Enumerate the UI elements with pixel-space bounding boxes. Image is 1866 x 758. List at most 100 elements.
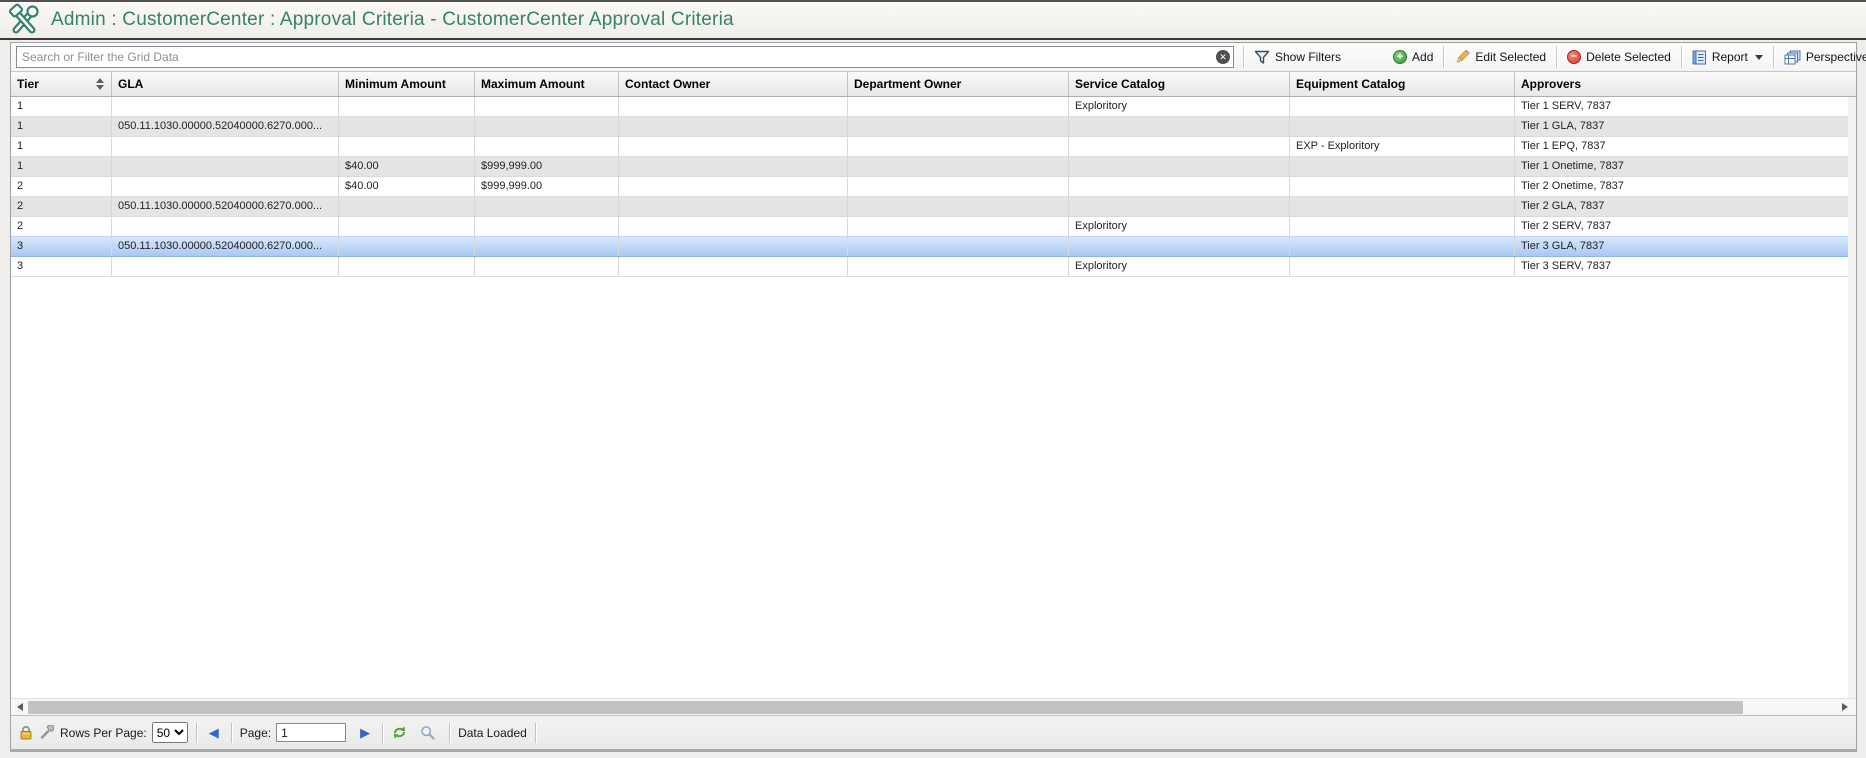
grid-cell-contact[interactable]	[619, 157, 848, 176]
grid-cell-equipment[interactable]	[1290, 117, 1515, 136]
column-header-department-owner[interactable]: Department Owner	[848, 72, 1069, 96]
grid-cell-min[interactable]	[339, 117, 475, 136]
grid-cell-approvers[interactable]: Tier 3 GLA, 7837	[1515, 237, 1848, 256]
wrench-icon[interactable]	[39, 725, 54, 740]
grid-cell-contact[interactable]	[619, 177, 848, 196]
grid-cell-tier[interactable]: 2	[11, 177, 112, 196]
grid-cell-service[interactable]	[1069, 197, 1290, 216]
column-header-tier[interactable]: Tier	[11, 72, 112, 96]
grid-cell-max[interactable]: $999,999.00	[475, 157, 619, 176]
grid-cell-approvers[interactable]: Tier 1 GLA, 7837	[1515, 117, 1848, 136]
grid-cell-min[interactable]	[339, 217, 475, 236]
grid-cell-dept[interactable]	[848, 117, 1069, 136]
grid-cell-dept[interactable]	[848, 177, 1069, 196]
show-filters-button[interactable]: Show Filters	[1247, 45, 1348, 69]
delete-selected-button[interactable]: – Delete Selected	[1560, 45, 1678, 69]
grid-cell-contact[interactable]	[619, 237, 848, 256]
table-row[interactable]: 2$40.00$999,999.00Tier 2 Onetime, 7837	[11, 177, 1848, 197]
perspectives-button[interactable]: Perspectives	[1777, 45, 1866, 69]
grid-cell-tier[interactable]: 1	[11, 97, 112, 116]
grid-cell-equipment[interactable]: EXP - Exploritory	[1290, 137, 1515, 156]
table-row[interactable]: 2ExploritoryTier 2 SERV, 7837	[11, 217, 1848, 237]
table-row[interactable]: 3050.11.1030.00000.52040000.6270.000... T…	[11, 236, 1848, 257]
grid-cell-max[interactable]	[475, 137, 619, 156]
grid-cell-gla[interactable]	[112, 97, 339, 116]
grid-cell-gla[interactable]	[112, 157, 339, 176]
column-header-maximum-amount[interactable]: Maximum Amount	[475, 72, 619, 96]
grid-cell-tier[interactable]: 3	[11, 237, 112, 256]
grid-cell-gla[interactable]	[112, 257, 339, 276]
horizontal-scrollbar-thumb[interactable]	[28, 701, 1743, 714]
grid-cell-contact[interactable]	[619, 117, 848, 136]
grid-cell-approvers[interactable]: Tier 1 SERV, 7837	[1515, 97, 1848, 116]
grid-cell-max[interactable]	[475, 117, 619, 136]
column-header-minimum-amount[interactable]: Minimum Amount	[339, 72, 475, 96]
horizontal-scrollbar[interactable]	[11, 698, 1856, 715]
grid-cell-tier[interactable]: 2	[11, 217, 112, 236]
table-row[interactable]: 1050.11.1030.00000.52040000.6270.000...T…	[11, 117, 1848, 137]
grid-cell-contact[interactable]	[619, 97, 848, 116]
grid-cell-min[interactable]	[339, 137, 475, 156]
table-row[interactable]: 1$40.00$999,999.00Tier 1 Onetime, 7837	[11, 157, 1848, 177]
grid-cell-tier[interactable]: 2	[11, 197, 112, 216]
grid-cell-approvers[interactable]: Tier 3 SERV, 7837	[1515, 257, 1848, 276]
grid-cell-min[interactable]: $40.00	[339, 177, 475, 196]
grid-cell-equipment[interactable]	[1290, 177, 1515, 196]
grid-cell-service[interactable]	[1069, 237, 1290, 256]
sort-icon[interactable]	[96, 78, 104, 90]
grid-cell-contact[interactable]	[619, 197, 848, 216]
grid-cell-tier[interactable]: 1	[11, 157, 112, 176]
column-header-approvers[interactable]: Approvers	[1515, 72, 1856, 96]
rows-per-page-select[interactable]: 50	[152, 722, 188, 743]
grid-cell-service[interactable]: Exploritory	[1069, 257, 1290, 276]
magnifier-icon[interactable]	[420, 725, 435, 740]
edit-selected-button[interactable]: Edit Selected	[1447, 45, 1553, 69]
grid-cell-tier[interactable]: 1	[11, 117, 112, 136]
grid-cell-contact[interactable]	[619, 137, 848, 156]
scroll-left-arrow-icon[interactable]	[17, 703, 23, 711]
grid-cell-approvers[interactable]: Tier 1 EPQ, 7837	[1515, 137, 1848, 156]
grid-cell-equipment[interactable]	[1290, 97, 1515, 116]
next-page-button[interactable]: ▶	[356, 725, 374, 741]
table-row[interactable]: 1 EXP - ExploritoryTier 1 EPQ, 7837	[11, 137, 1848, 157]
grid-cell-gla[interactable]: 050.11.1030.00000.52040000.6270.000...	[112, 197, 339, 216]
vertical-scrollbar[interactable]	[1848, 97, 1856, 698]
grid-cell-service[interactable]	[1069, 117, 1290, 136]
grid-cell-dept[interactable]	[848, 257, 1069, 276]
grid-cell-equipment[interactable]	[1290, 197, 1515, 216]
grid-cell-min[interactable]	[339, 257, 475, 276]
grid-cell-min[interactable]	[339, 237, 475, 256]
grid-cell-approvers[interactable]: Tier 1 Onetime, 7837	[1515, 157, 1848, 176]
grid-cell-service[interactable]	[1069, 177, 1290, 196]
clear-search-icon[interactable]: ✕	[1216, 50, 1230, 64]
grid-cell-equipment[interactable]	[1290, 217, 1515, 236]
grid-cell-min[interactable]	[339, 97, 475, 116]
grid-cell-tier[interactable]: 3	[11, 257, 112, 276]
grid-cell-max[interactable]	[475, 237, 619, 256]
grid-cell-max[interactable]	[475, 197, 619, 216]
grid-cell-min[interactable]	[339, 197, 475, 216]
column-header-equipment-catalog[interactable]: Equipment Catalog	[1290, 72, 1515, 96]
grid-cell-max[interactable]	[475, 217, 619, 236]
grid-cell-equipment[interactable]	[1290, 257, 1515, 276]
grid-cell-service[interactable]	[1069, 157, 1290, 176]
report-button[interactable]: Report	[1685, 45, 1770, 69]
grid-cell-contact[interactable]	[619, 257, 848, 276]
grid-cell-service[interactable]: Exploritory	[1069, 97, 1290, 116]
search-input[interactable]	[16, 46, 1234, 68]
grid-cell-dept[interactable]	[848, 217, 1069, 236]
grid-cell-dept[interactable]	[848, 97, 1069, 116]
grid-cell-tier[interactable]: 1	[11, 137, 112, 156]
grid-cell-gla[interactable]	[112, 217, 339, 236]
grid-cell-service[interactable]	[1069, 137, 1290, 156]
column-header-service-catalog[interactable]: Service Catalog	[1069, 72, 1290, 96]
grid-cell-gla[interactable]: 050.11.1030.00000.52040000.6270.000...	[112, 237, 339, 256]
refresh-icon[interactable]	[391, 725, 408, 740]
grid-cell-dept[interactable]	[848, 137, 1069, 156]
table-row[interactable]: 2050.11.1030.00000.52040000.6270.000...T…	[11, 197, 1848, 217]
page-number-input[interactable]	[276, 723, 346, 742]
column-header-contact-owner[interactable]: Contact Owner	[619, 72, 848, 96]
grid-cell-gla[interactable]	[112, 177, 339, 196]
grid-cell-max[interactable]	[475, 257, 619, 276]
column-header-gla[interactable]: GLA	[112, 72, 339, 96]
